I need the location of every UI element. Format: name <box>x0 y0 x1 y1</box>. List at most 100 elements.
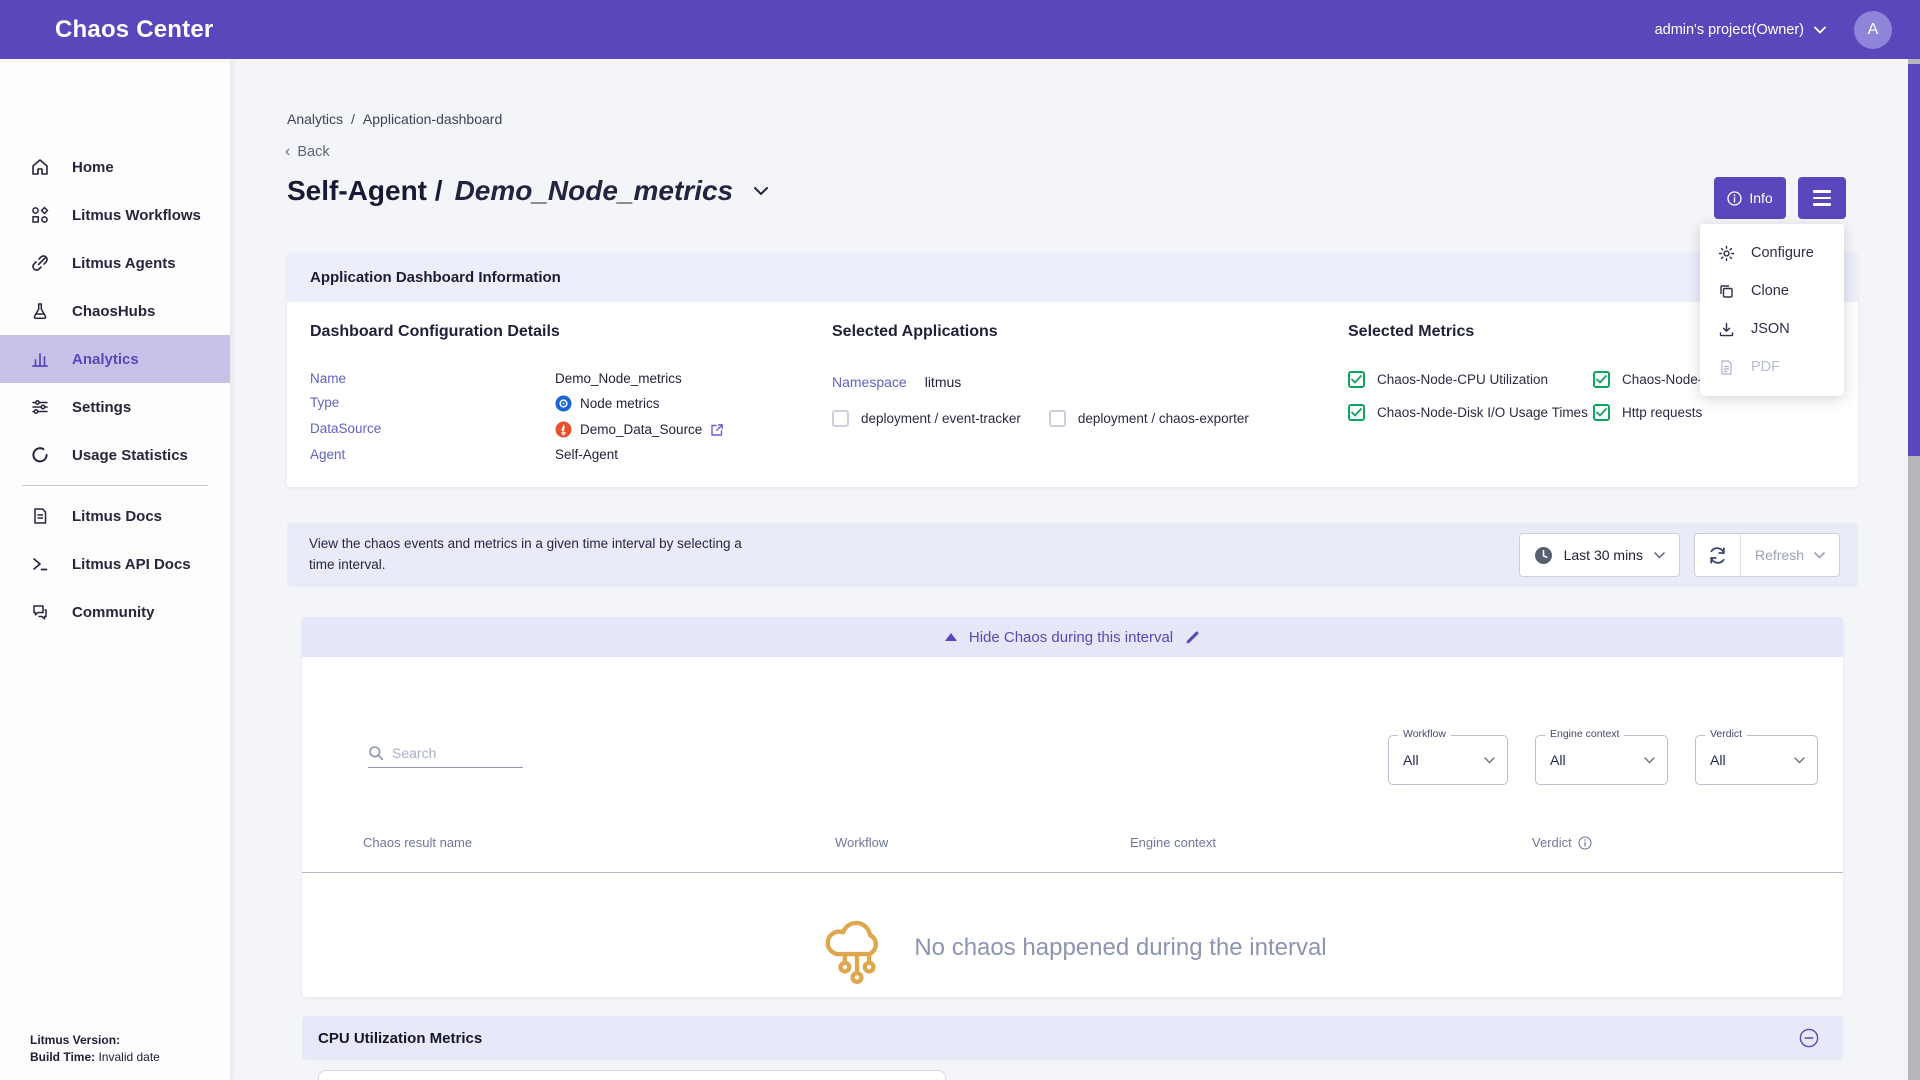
chevron-left-icon: ‹ <box>285 143 290 161</box>
sidebar-item-litmus-api-docs[interactable]: Litmus API Docs <box>0 540 230 588</box>
download-icon <box>1718 321 1735 338</box>
back-button[interactable]: ‹ Back <box>285 143 330 161</box>
checkbox-cpu-utilization[interactable] <box>1348 371 1365 388</box>
checkbox-event-tracker[interactable] <box>832 410 849 427</box>
refresh-now-button[interactable] <box>1695 534 1741 576</box>
avatar-initial: A <box>1868 21 1879 39</box>
checkbox-chaos-exporter[interactable] <box>1049 410 1066 427</box>
breadcrumb-application-dashboard[interactable]: Application-dashboard <box>363 111 502 127</box>
engine-context-filter-select[interactable]: Engine context All <box>1535 735 1668 785</box>
sidebar-item-usage-statistics[interactable]: Usage Statistics <box>0 431 230 479</box>
selected-applications: Selected Applications Namespace litmus d… <box>832 323 1249 427</box>
sidebar-item-label: Usage Statistics <box>72 447 188 464</box>
info-button[interactable]: Info <box>1714 177 1786 219</box>
workflow-filter-select[interactable]: Workflow All <box>1388 735 1508 785</box>
sidebar-item-home[interactable]: Home <box>0 143 230 191</box>
terminal-icon <box>30 554 50 574</box>
sidebar-item-settings[interactable]: Settings <box>0 383 230 431</box>
community-icon <box>30 602 50 622</box>
chaos-toggle-band: Hide Chaos during this interval <box>302 617 1843 657</box>
metric-checkbox-row: Chaos-Node-CPU Utilization <box>1348 371 1593 388</box>
chevron-down-icon <box>1814 26 1826 34</box>
empty-state: No chaos happened during the interval <box>302 907 1843 989</box>
verdict-info-icon[interactable] <box>1578 836 1592 850</box>
clone-icon <box>1718 283 1735 300</box>
chevron-down-icon <box>1644 757 1655 764</box>
sidebar-item-litmus-workflows[interactable]: Litmus Workflows <box>0 191 230 239</box>
refresh-label: Refresh <box>1755 547 1804 563</box>
checkbox-disk-io-rw[interactable] <box>1593 371 1610 388</box>
litmus-version-label: Litmus Version: <box>30 1033 120 1047</box>
breadcrumb-separator: / <box>351 111 355 127</box>
menu-item-label: Configure <box>1751 245 1814 261</box>
file-icon <box>1718 359 1735 376</box>
sidebar-item-label: ChaosHubs <box>72 303 155 320</box>
menu-item-json[interactable]: JSON <box>1700 310 1844 348</box>
info-card-header: Application Dashboard Information <box>287 253 1858 302</box>
refresh-interval-select[interactable]: Refresh <box>1741 547 1839 563</box>
name-label: Name <box>310 371 555 386</box>
hamburger-icon <box>1813 190 1831 192</box>
pencil-icon[interactable] <box>1185 630 1200 645</box>
type-value: Node metrics <box>555 395 724 412</box>
dashboard-menu-button[interactable] <box>1798 177 1846 219</box>
sidebar-item-analytics[interactable]: Analytics <box>0 335 230 383</box>
checkbox-label: Chaos-Node-CPU Utilization <box>1377 372 1548 387</box>
time-range-value: Last 30 mins <box>1564 547 1643 563</box>
project-name: admin's project(Owner) <box>1655 22 1804 38</box>
config-details-title: Dashboard Configuration Details <box>310 323 724 341</box>
menu-item-pdf[interactable]: PDF <box>1700 348 1844 386</box>
sidebar-item-chaoshubs[interactable]: ChaosHubs <box>0 287 230 335</box>
app-title: Chaos Center <box>55 16 213 44</box>
sidebar-item-label: Community <box>72 604 155 621</box>
sidebar-item-label: Litmus Workflows <box>72 207 201 224</box>
node-metrics-icon <box>555 395 572 412</box>
sidebar-item-litmus-agents[interactable]: Litmus Agents <box>0 239 230 287</box>
menu-item-clone[interactable]: Clone <box>1700 272 1844 310</box>
type-label: Type <box>310 395 555 412</box>
back-label: Back <box>297 144 329 160</box>
time-range-select[interactable]: Last 30 mins <box>1519 533 1680 577</box>
build-time-value: Invalid date <box>98 1050 159 1064</box>
name-value: Demo_Node_metrics <box>555 371 724 386</box>
sidebar-footer: Litmus Version: Build Time: Invalid date <box>30 1032 160 1066</box>
search-input[interactable] <box>392 745 517 761</box>
flask-icon <box>30 301 50 321</box>
column-engine-context: Engine context <box>1130 835 1216 850</box>
column-chaos-result-name: Chaos result name <box>363 835 472 850</box>
clock-icon <box>1534 546 1553 565</box>
dashboard-switch-chevron-icon[interactable] <box>753 186 769 196</box>
collapse-minus-icon[interactable] <box>1799 1028 1819 1048</box>
avatar[interactable]: A <box>1854 11 1892 49</box>
checkbox-label: Http requests <box>1622 405 1702 420</box>
selected-applications-title: Selected Applications <box>832 323 1249 341</box>
verdict-filter-select[interactable]: Verdict All <box>1695 735 1818 785</box>
sidebar-item-litmus-docs[interactable]: Litmus Docs <box>0 492 230 540</box>
breadcrumb-analytics[interactable]: Analytics <box>287 111 343 127</box>
header-right: admin's project(Owner) A <box>1655 11 1892 49</box>
empty-message: No chaos happened during the interval <box>914 934 1326 962</box>
sidebar-item-label: Settings <box>72 399 131 416</box>
gear-icon <box>1718 245 1735 262</box>
external-link-icon[interactable] <box>710 423 724 437</box>
refresh-icon <box>1707 545 1728 566</box>
chevron-down-icon <box>1794 757 1805 764</box>
search-field <box>368 745 523 768</box>
engine-context-filter-value: All <box>1550 752 1566 768</box>
scrollbar-thumb[interactable] <box>1908 64 1920 456</box>
prometheus-icon <box>555 421 572 438</box>
project-switcher[interactable]: admin's project(Owner) <box>1655 22 1826 38</box>
checkbox-disk-io-times[interactable] <box>1348 404 1365 421</box>
title-row: Self-Agent / Demo_Node_metrics <box>287 175 769 207</box>
column-workflow: Workflow <box>835 835 888 850</box>
sidebar-item-label: Litmus Docs <box>72 508 162 525</box>
collapse-triangle-icon[interactable] <box>945 633 957 641</box>
checkbox-http-requests[interactable] <box>1593 404 1610 421</box>
menu-item-configure[interactable]: Configure <box>1700 234 1844 272</box>
sidebar-item-community[interactable]: Community <box>0 588 230 636</box>
home-icon <box>30 157 50 177</box>
namespace-label: Namespace <box>832 374 907 390</box>
hide-chaos-toggle-label[interactable]: Hide Chaos during this interval <box>969 629 1173 646</box>
namespace-value: litmus <box>925 374 962 390</box>
app-header: Chaos Center admin's project(Owner) A <box>0 0 1920 59</box>
